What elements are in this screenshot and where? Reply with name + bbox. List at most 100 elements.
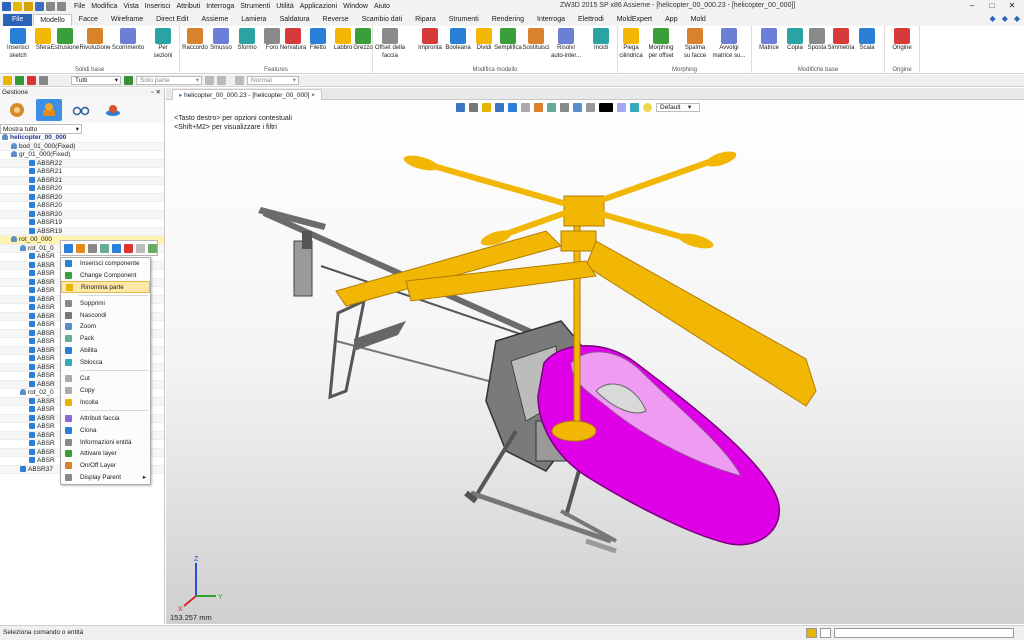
menu-aiuto[interactable]: Aiuto (374, 3, 390, 10)
close-tab-icon[interactable]: × (311, 92, 315, 99)
tab-ripara[interactable]: Ripara (409, 14, 442, 26)
smusso-button[interactable]: Smusso (208, 28, 234, 53)
tab-app[interactable]: App (659, 14, 683, 26)
filter-dropdown[interactable]: Tutti ▾ (71, 76, 121, 85)
menu-item-inserisci-componente[interactable]: Inserisci componente (61, 258, 150, 270)
part-scope-dropdown[interactable]: Solo parte ▾ (136, 76, 202, 85)
tab-modello[interactable]: Modello (33, 14, 72, 26)
document-tab[interactable]: ▸ helicopter_00_000.23 - [helicopter_00_… (172, 89, 323, 100)
tree-row[interactable]: bod_01_000(Fixed) (0, 142, 164, 151)
tree-row[interactable]: ABSR20 (0, 202, 164, 211)
menu-item-attributi-faccia[interactable]: Attributi faccia (61, 413, 150, 425)
scala-button[interactable]: Scala (854, 28, 880, 53)
menu-item-zoom[interactable]: Zoom (61, 321, 150, 333)
menu-vista[interactable]: Vista (123, 3, 138, 10)
scorrimento-button[interactable]: Scorrimento (112, 28, 144, 53)
menu-modifica[interactable]: Modifica (91, 3, 117, 10)
menu-item-display-parent[interactable]: Display Parent ▸ (61, 472, 150, 484)
menu-inserisci[interactable]: Inserisci (145, 3, 171, 10)
rivoluzione-button[interactable]: Rivoluzione (79, 28, 111, 53)
grid-icon[interactable] (217, 76, 226, 85)
menu-item-attivare-layer[interactable]: Attivare layer (61, 448, 150, 460)
minimize-icon[interactable]: – (962, 0, 982, 12)
tab-moldexpert[interactable]: MoldExpert (611, 14, 658, 26)
new-file-icon[interactable] (13, 2, 22, 11)
tab-reverse[interactable]: Reverse (317, 14, 355, 26)
app-logo-icon[interactable] (2, 2, 11, 11)
dividi-button[interactable]: Dividi (471, 28, 497, 53)
menu-item-cut[interactable]: Cut (61, 373, 150, 385)
tab-saldatura[interactable]: Saldatura (274, 14, 316, 26)
tab-assieme[interactable]: Assieme (195, 14, 234, 26)
menu-strumenti[interactable]: Strumenti (240, 3, 270, 10)
tree-row[interactable]: ABSR21 (0, 176, 164, 185)
snap-icon[interactable] (205, 76, 214, 85)
tree-row[interactable]: ABSR22 (0, 159, 164, 168)
helicopter-model[interactable]: Z Y X (166, 101, 1024, 624)
tree-row[interactable]: ABSR20 (0, 210, 164, 219)
incidi-button[interactable]: Incidi (588, 28, 614, 53)
tab-elettrodi[interactable]: Elettrodi (572, 14, 610, 26)
tree-row[interactable]: ABSR20 (0, 185, 164, 194)
morphing-per-offset-button[interactable]: Morphing per offset (648, 28, 674, 60)
tree-row[interactable]: helicopter_00_000 (0, 134, 164, 143)
delete-icon[interactable] (124, 243, 133, 253)
tab-mold[interactable]: Mold (685, 14, 712, 26)
menu-attributi[interactable]: Attributi (176, 3, 200, 10)
menu-window[interactable]: Window (343, 3, 368, 10)
booleana-button[interactable]: Booleana (445, 28, 471, 53)
semplifica-button[interactable]: Semplifica (494, 28, 522, 53)
menu-item-change-component[interactable]: Change Component (61, 270, 150, 282)
matrice-button[interactable]: Matrice (756, 28, 782, 53)
refresh-icon[interactable] (148, 243, 157, 253)
add-icon[interactable] (15, 76, 24, 85)
close-icon[interactable]: ✕ (1002, 0, 1022, 12)
tree-row[interactable]: ABSR19 (0, 227, 164, 236)
pin-icon[interactable]: ▫ ✕ (151, 88, 161, 97)
command-input[interactable] (834, 628, 1014, 638)
estrusione-button[interactable]: Estrusione (51, 28, 79, 53)
tab-facce[interactable]: Facce (73, 14, 104, 26)
tab-lamiera[interactable]: Lamiera (235, 14, 272, 26)
tab-scambio-dati[interactable]: Scambio dati (356, 14, 408, 26)
menu-item-abilita[interactable]: Abilita (61, 345, 150, 357)
tree-row[interactable]: ABSR19 (0, 219, 164, 228)
nervatura-button[interactable]: Nervatura (280, 28, 306, 53)
inserisci-sketch-button[interactable]: Inserisci sketch (5, 28, 31, 60)
sposta-button[interactable]: Sposta (804, 28, 830, 53)
minimize-ribbon-icon[interactable]: ◆ (1014, 14, 1020, 23)
tree-row[interactable]: ABSR21 (0, 168, 164, 177)
filetto-button[interactable]: Filetto (305, 28, 331, 53)
status-snap-icon[interactable] (806, 628, 817, 638)
tab-strumenti[interactable]: Strumenti (443, 14, 485, 26)
redo-icon[interactable] (57, 2, 66, 11)
help-icon[interactable]: ◆ (990, 14, 996, 23)
show-icon[interactable] (100, 243, 109, 253)
mode-icon[interactable] (235, 76, 244, 85)
menu-utilit-[interactable]: Utilità (276, 3, 294, 10)
offset-della-faccia-button[interactable]: Offset della faccia (375, 28, 405, 60)
menu-interroga[interactable]: Interroga (206, 3, 234, 10)
tab-history[interactable] (4, 99, 30, 121)
risolvi-auto-inter--button[interactable]: Risolvi auto-inter... (551, 28, 581, 60)
filter-icon[interactable] (39, 76, 48, 85)
simmetria-button[interactable]: Simmetria (828, 28, 855, 53)
settings-icon[interactable]: ◆ (1002, 14, 1008, 23)
remove-icon[interactable] (27, 76, 36, 85)
impronta-button[interactable]: Impronta (417, 28, 443, 53)
undo-icon[interactable] (46, 2, 55, 11)
menu-item-sblocca[interactable]: Sblocca (61, 357, 150, 369)
pack-icon[interactable] (112, 243, 121, 253)
menu-file[interactable]: File (74, 3, 85, 10)
sformo-button[interactable]: Sformo (234, 28, 260, 53)
tab-assembly[interactable] (36, 99, 62, 121)
status-grid-icon[interactable] (820, 628, 831, 638)
edit-icon[interactable] (76, 243, 85, 253)
menu-item-clona[interactable]: Clona (61, 425, 150, 437)
menu-applicazioni[interactable]: Applicazioni (300, 3, 337, 10)
tree-row[interactable]: ABSR20 (0, 193, 164, 202)
spalma-su-facce-button[interactable]: Spalma su facce (682, 28, 708, 60)
tree-row[interactable]: gr_01_000(Fixed) (0, 151, 164, 160)
part-filter-icon[interactable] (124, 76, 133, 85)
mode-dropdown[interactable]: Normal ▾ (247, 76, 299, 85)
